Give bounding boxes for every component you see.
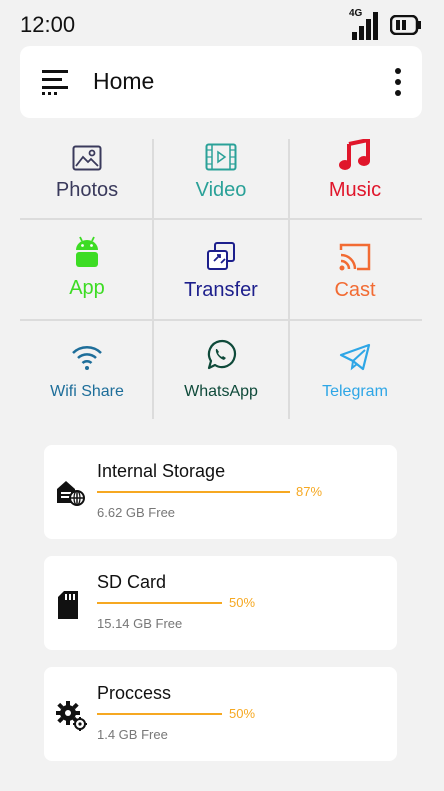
app-bar: Home bbox=[20, 46, 422, 118]
storage-card-internal[interactable]: Internal Storage 87% 6.62 GB Free bbox=[44, 445, 397, 539]
menu-icon[interactable] bbox=[42, 70, 70, 96]
tile-telegram[interactable]: Telegram bbox=[288, 337, 422, 401]
telegram-icon bbox=[339, 337, 371, 371]
tile-app[interactable]: App bbox=[20, 235, 154, 300]
tile-wifi-share[interactable]: Wifi Share bbox=[20, 337, 154, 401]
tile-whatsapp[interactable]: WhatsApp bbox=[154, 337, 288, 401]
wifi-icon bbox=[71, 337, 103, 371]
storage-free: 1.4 GB Free bbox=[97, 727, 168, 742]
storage-free: 6.62 GB Free bbox=[97, 505, 176, 520]
storage-card-sd[interactable]: SD Card 50% 15.14 GB Free bbox=[44, 556, 397, 650]
cast-icon bbox=[339, 237, 371, 271]
music-note-icon bbox=[338, 137, 372, 171]
tile-photos[interactable]: Photos bbox=[20, 137, 154, 202]
signal-icon bbox=[352, 12, 378, 40]
storage-progress-bar bbox=[97, 491, 290, 493]
battery-icon bbox=[390, 15, 421, 35]
tile-label: WhatsApp bbox=[184, 383, 258, 400]
storage-percent: 50% bbox=[229, 706, 256, 721]
transfer-icon bbox=[206, 237, 236, 271]
storage-free: 15.14 GB Free bbox=[97, 616, 183, 631]
storage-progress-bar bbox=[97, 602, 222, 604]
storage-icon bbox=[57, 481, 85, 506]
tile-label: Video bbox=[195, 179, 247, 201]
storage-name: Internal Storage bbox=[97, 461, 226, 481]
storage-name: SD Card bbox=[97, 572, 167, 592]
grid-divider bbox=[20, 218, 422, 220]
grid-divider bbox=[20, 319, 422, 321]
gears-icon bbox=[56, 701, 87, 731]
tile-label: Transfer bbox=[184, 279, 258, 301]
status-bar: 12:00 4G bbox=[0, 0, 444, 46]
film-icon bbox=[205, 137, 237, 171]
category-grid: Photos Video Music App Transfer Cast Wif… bbox=[20, 137, 422, 420]
tile-music[interactable]: Music bbox=[288, 137, 422, 202]
tile-label: Wifi Share bbox=[50, 383, 124, 400]
tile-video[interactable]: Video bbox=[154, 137, 288, 202]
tile-label: Photos bbox=[55, 179, 119, 201]
tile-label: Telegram bbox=[322, 383, 388, 400]
android-icon bbox=[74, 235, 100, 269]
sd-card-icon bbox=[58, 591, 78, 619]
storage-percent: 50% bbox=[229, 595, 256, 610]
tile-label: Cast bbox=[334, 279, 376, 301]
storage-progress-bar bbox=[97, 713, 222, 715]
storage-name: Proccess bbox=[97, 683, 172, 703]
tile-label: App bbox=[69, 277, 105, 299]
page-title: Home bbox=[93, 68, 155, 94]
status-time: 12:00 bbox=[20, 12, 76, 37]
tile-cast[interactable]: Cast bbox=[288, 237, 422, 302]
storage-card-process[interactable]: Proccess 50% 1.4 GB Free bbox=[44, 667, 397, 761]
tile-transfer[interactable]: Transfer bbox=[154, 237, 288, 302]
more-options-icon[interactable] bbox=[390, 68, 406, 98]
tile-label: Music bbox=[328, 179, 382, 201]
storage-percent: 87% bbox=[296, 484, 323, 499]
whatsapp-icon bbox=[205, 337, 237, 371]
image-icon bbox=[72, 137, 102, 171]
